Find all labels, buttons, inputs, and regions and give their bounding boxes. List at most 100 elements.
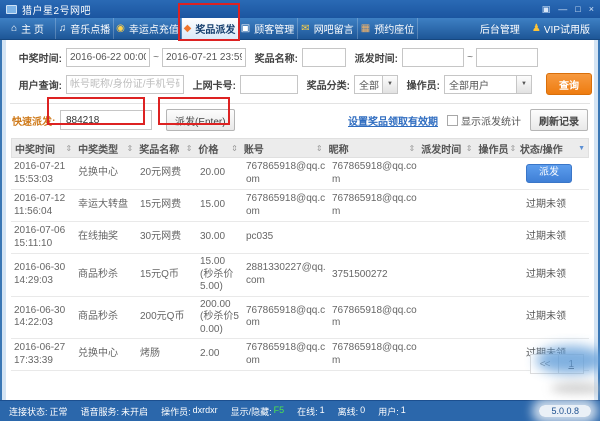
cell-prize-name: 15元Q币	[137, 267, 197, 284]
search-button[interactable]: 查询	[546, 73, 592, 95]
win-time-from-input[interactable]	[66, 48, 150, 67]
quick-dispatch-input[interactable]	[60, 110, 152, 130]
operator-select[interactable]: 全部用户 ▼	[444, 75, 532, 94]
column-filter-icon[interactable]: ▼	[578, 145, 588, 152]
close-icon[interactable]: ×	[589, 2, 594, 16]
monitor-icon: ▣	[241, 24, 250, 34]
dispatch-time-label: 派发时间:	[346, 50, 402, 65]
tabbar-right: 后台管理 ♟ VIP试用版	[480, 18, 600, 39]
pagination: << 1	[530, 354, 584, 374]
cell-win-type: 兑换中心	[75, 165, 137, 182]
vip-trial-label: VIP试用版	[544, 21, 590, 36]
tab-customer-management[interactable]: ▣ 顾客管理	[238, 18, 298, 39]
tab-label: 幸运点充值	[129, 21, 179, 36]
cell-status: 过期未领	[523, 197, 585, 214]
header-price[interactable]: 价格 ⇕	[195, 141, 240, 156]
dispatch-enter-button[interactable]: 派发(Enter)	[166, 109, 235, 131]
tab-cafe-messages[interactable]: ✉ 网吧留言	[298, 18, 358, 39]
header-dispatch-time[interactable]: 派发时间⇕	[418, 141, 475, 156]
cell-price: 15.00	[197, 197, 243, 214]
divider	[10, 103, 590, 104]
skin-icon[interactable]: ▣	[542, 2, 551, 16]
card-number-input[interactable]	[240, 75, 298, 94]
first-page-button[interactable]: <<	[531, 355, 560, 373]
sort-icon[interactable]: ⇕	[466, 144, 473, 153]
header-nickname[interactable]: 昵称⇕	[326, 141, 419, 156]
version-number: 5.0.0.8	[539, 405, 591, 417]
header-prize-name[interactable]: 奖品名称⇕	[136, 141, 195, 156]
dispatch-button[interactable]: 派发	[526, 164, 572, 183]
header-label: 操作员	[478, 141, 508, 156]
cell-win-time: 2016-07-06 15:11:10	[11, 223, 75, 252]
tab-label: 主 页	[21, 21, 44, 36]
offline-count: 离线:0	[338, 405, 366, 418]
header-label: 价格	[198, 141, 218, 156]
seat-icon: ▦	[361, 24, 370, 34]
cell-price: 30.00	[197, 229, 243, 246]
cell-win-type: 商品秒杀	[75, 309, 137, 326]
tab-lucky-points[interactable]: ◉ 幸运点充值	[114, 18, 182, 39]
online-count: 在线:1	[297, 405, 325, 418]
tab-music[interactable]: ♫ 音乐点播	[56, 18, 114, 39]
sort-icon[interactable]: ⇕	[409, 144, 416, 153]
prize-category-value: 全部	[355, 77, 382, 92]
show-hide-hotkey: 显示/隐藏:F5	[231, 405, 285, 418]
chevron-down-icon[interactable]: ▼	[382, 76, 397, 93]
sort-icon[interactable]: ⇕	[316, 144, 323, 153]
table-row[interactable]: 2016-06-27 17:33:39 兑换中心 烤肠 2.00 7678659…	[11, 339, 589, 371]
tab-prize-dispatch[interactable]: ◆ 奖品派发	[182, 18, 238, 39]
minimize-icon[interactable]: —	[558, 2, 567, 16]
table-row[interactable]: 2016-06-30 14:29:03 商品秒杀 15元Q币 15.00 (秒杀…	[11, 254, 589, 297]
dispatch-time-from-input[interactable]	[402, 48, 464, 67]
maximize-icon[interactable]: □	[575, 2, 580, 16]
coin-icon: ◉	[116, 24, 125, 34]
sort-icon[interactable]: ⇕	[509, 144, 516, 153]
set-prize-validity-link[interactable]: 设置奖品领取有效期	[348, 113, 438, 128]
table-row[interactable]: 2016-07-21 15:53:03 兑换中心 20元网费 20.00 767…	[11, 158, 589, 190]
status-badge: 过期未领	[526, 269, 566, 280]
header-label: 中奖时间	[15, 141, 55, 156]
sort-icon[interactable]: ⇕	[186, 144, 193, 153]
checkbox-icon[interactable]	[447, 115, 458, 126]
page-number[interactable]: 1	[559, 355, 583, 373]
user-query-input[interactable]	[66, 75, 184, 94]
header-account[interactable]: 账号⇕	[241, 141, 326, 156]
content-panel: 中奖时间: ~ 奖品名称: 派发时间: ~ 用户查询: 上网卡号: 奖品分类: …	[6, 40, 594, 400]
status-badge: 过期未领	[526, 199, 566, 210]
content-frame: 中奖时间: ~ 奖品名称: 派发时间: ~ 用户查询: 上网卡号: 奖品分类: …	[0, 40, 600, 400]
prize-name-input[interactable]	[302, 48, 346, 67]
prize-category-select[interactable]: 全部 ▼	[354, 75, 398, 94]
backend-admin-link[interactable]: 后台管理	[480, 21, 520, 36]
win-time-to-input[interactable]	[162, 48, 246, 67]
status-badge: 过期未领	[526, 311, 566, 322]
sort-icon[interactable]: ⇕	[127, 144, 134, 153]
tab-seat-reservation[interactable]: ▦ 预约座位	[358, 18, 418, 39]
window-title: 猎户星2号网吧	[22, 2, 91, 17]
table-row[interactable]: 2016-07-06 15:11:10 在线抽奖 30元网费 30.00 pc0…	[11, 222, 589, 254]
sort-icon[interactable]: ⇕	[65, 144, 72, 153]
cell-account: 767865918@qq.com	[243, 159, 329, 188]
filter-row-1: 中奖时间: ~ 奖品名称: 派发时间: ~	[10, 46, 590, 68]
refresh-records-button[interactable]: 刷新记录	[530, 109, 588, 131]
cell-win-time: 2016-07-12 11:56:04	[11, 191, 75, 220]
header-operator[interactable]: 操作员⇕	[475, 141, 516, 156]
prize-category-label: 奖品分类:	[298, 77, 354, 92]
voice-service-status: 语音服务:未开启	[81, 405, 149, 418]
header-win-time[interactable]: 中奖时间 ⇕	[12, 141, 75, 156]
tab-home[interactable]: ⌂ 主 页	[0, 18, 56, 39]
cell-win-type: 幸运大转盘	[75, 197, 137, 214]
show-dispatch-stats-checkbox[interactable]: 显示派发统计	[447, 113, 521, 128]
table-row[interactable]: 2016-07-12 11:56:04 幸运大转盘 15元网费 15.00 76…	[11, 190, 589, 222]
sort-icon[interactable]: ⇕	[231, 144, 238, 153]
cell-account: 2881330227@qq.com	[243, 260, 329, 289]
header-win-type[interactable]: 中奖类型⇕	[75, 141, 136, 156]
header-status-action[interactable]: 状态/操作	[517, 141, 578, 156]
chevron-down-icon[interactable]: ▼	[516, 76, 531, 93]
cell-prize-name: 30元网费	[137, 229, 197, 246]
connection-status: 连接状态:正常	[9, 405, 68, 418]
dispatch-time-to-input[interactable]	[476, 48, 538, 67]
cell-account: 767865918@qq.com	[243, 303, 329, 332]
table-row[interactable]: 2016-06-30 14:22:03 商品秒杀 200元Q币 200.00 (…	[11, 297, 589, 340]
blur-smudge	[551, 382, 600, 395]
vip-trial-link[interactable]: ♟ VIP试用版	[532, 21, 590, 36]
